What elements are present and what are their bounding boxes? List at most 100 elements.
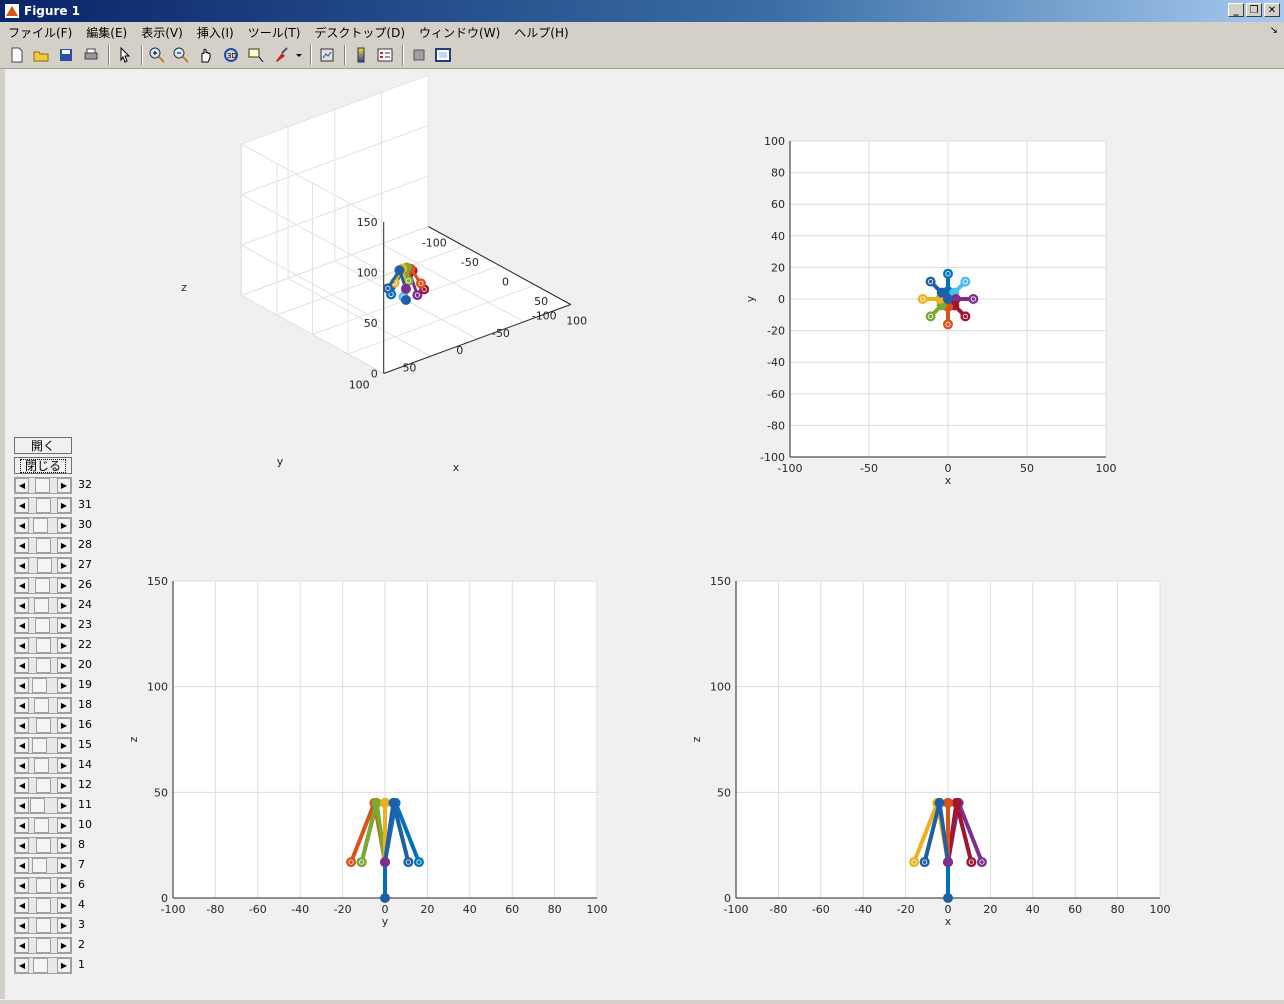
slider-thumb[interactable] xyxy=(32,958,48,973)
joint-slider[interactable]: ◀ ▶ xyxy=(14,577,72,594)
slider-thumb[interactable] xyxy=(34,478,50,493)
slider-right-arrow-icon[interactable]: ▶ xyxy=(57,678,71,693)
joint-slider[interactable]: ◀ ▶ xyxy=(14,897,72,914)
slider-thumb[interactable] xyxy=(36,538,52,553)
slider-thumb[interactable] xyxy=(34,618,50,633)
joint-slider[interactable]: ◀ ▶ xyxy=(14,597,72,614)
joint-slider[interactable]: ◀ ▶ xyxy=(14,757,72,774)
slider-right-arrow-icon[interactable]: ▶ xyxy=(57,798,71,813)
joint-slider[interactable]: ◀ ▶ xyxy=(14,837,72,854)
joint-slider[interactable]: ◀ ▶ xyxy=(14,617,72,634)
slider-right-arrow-icon[interactable]: ▶ xyxy=(57,878,71,893)
slider-left-arrow-icon[interactable]: ◀ xyxy=(15,518,29,533)
slider-left-arrow-icon[interactable]: ◀ xyxy=(15,618,29,633)
slider-left-arrow-icon[interactable]: ◀ xyxy=(15,598,29,613)
slider-left-arrow-icon[interactable]: ◀ xyxy=(15,898,29,913)
slider-left-arrow-icon[interactable]: ◀ xyxy=(15,578,29,593)
slider-thumb[interactable] xyxy=(36,778,52,793)
slider-thumb[interactable] xyxy=(35,918,51,933)
joint-slider[interactable]: ◀ ▶ xyxy=(14,637,72,654)
slider-left-arrow-icon[interactable]: ◀ xyxy=(15,738,29,753)
slider-left-arrow-icon[interactable]: ◀ xyxy=(15,698,29,713)
joint-slider[interactable]: ◀ ▶ xyxy=(14,677,72,694)
joint-slider[interactable]: ◀ ▶ xyxy=(14,937,72,954)
slider-right-arrow-icon[interactable]: ▶ xyxy=(57,638,71,653)
slider-thumb[interactable] xyxy=(35,658,51,673)
slider-right-arrow-icon[interactable]: ▶ xyxy=(57,958,71,973)
slider-thumb[interactable] xyxy=(33,818,49,833)
slider-thumb[interactable] xyxy=(31,678,47,693)
close-button[interactable]: 閉じる xyxy=(14,457,72,474)
slider-left-arrow-icon[interactable]: ◀ xyxy=(15,938,29,953)
open-button[interactable]: 開く xyxy=(14,437,72,454)
slider-thumb[interactable] xyxy=(34,758,50,773)
slider-right-arrow-icon[interactable]: ▶ xyxy=(57,898,71,913)
slider-thumb[interactable] xyxy=(36,898,52,913)
slider-left-arrow-icon[interactable]: ◀ xyxy=(15,478,29,493)
slider-right-arrow-icon[interactable]: ▶ xyxy=(57,838,71,853)
slider-thumb[interactable] xyxy=(34,578,50,593)
slider-right-arrow-icon[interactable]: ▶ xyxy=(57,538,71,553)
slider-thumb[interactable] xyxy=(36,498,52,513)
slider-right-arrow-icon[interactable]: ▶ xyxy=(57,478,71,493)
slider-left-arrow-icon[interactable]: ◀ xyxy=(15,758,29,773)
slider-thumb[interactable] xyxy=(36,838,52,853)
slider-right-arrow-icon[interactable]: ▶ xyxy=(57,498,71,513)
slider-left-arrow-icon[interactable]: ◀ xyxy=(15,658,29,673)
slider-right-arrow-icon[interactable]: ▶ xyxy=(57,858,71,873)
slider-left-arrow-icon[interactable]: ◀ xyxy=(15,498,29,513)
slider-right-arrow-icon[interactable]: ▶ xyxy=(57,518,71,533)
joint-slider[interactable]: ◀ ▶ xyxy=(14,717,72,734)
slider-right-arrow-icon[interactable]: ▶ xyxy=(57,718,71,733)
joint-slider[interactable]: ◀ ▶ xyxy=(14,657,72,674)
slider-left-arrow-icon[interactable]: ◀ xyxy=(15,818,29,833)
slider-right-arrow-icon[interactable]: ▶ xyxy=(57,698,71,713)
joint-slider[interactable]: ◀ ▶ xyxy=(14,777,72,794)
slider-right-arrow-icon[interactable]: ▶ xyxy=(57,558,71,573)
slider-thumb[interactable] xyxy=(35,718,51,733)
slider-left-arrow-icon[interactable]: ◀ xyxy=(15,918,29,933)
slider-thumb[interactable] xyxy=(34,598,50,613)
slider-right-arrow-icon[interactable]: ▶ xyxy=(57,918,71,933)
slider-thumb[interactable] xyxy=(36,638,52,653)
slider-right-arrow-icon[interactable]: ▶ xyxy=(57,938,71,953)
slider-left-arrow-icon[interactable]: ◀ xyxy=(15,858,29,873)
slider-left-arrow-icon[interactable]: ◀ xyxy=(15,878,29,893)
joint-slider[interactable]: ◀ ▶ xyxy=(14,737,72,754)
slider-right-arrow-icon[interactable]: ▶ xyxy=(57,738,71,753)
slider-right-arrow-icon[interactable]: ▶ xyxy=(57,618,71,633)
joint-slider[interactable]: ◀ ▶ xyxy=(14,497,72,514)
slider-left-arrow-icon[interactable]: ◀ xyxy=(15,838,29,853)
joint-slider[interactable]: ◀ ▶ xyxy=(14,557,72,574)
slider-thumb[interactable] xyxy=(32,518,48,533)
joint-slider[interactable]: ◀ ▶ xyxy=(14,957,72,974)
slider-thumb[interactable] xyxy=(35,878,51,893)
slider-left-arrow-icon[interactable]: ◀ xyxy=(15,538,29,553)
slider-thumb[interactable] xyxy=(29,798,45,813)
joint-slider[interactable]: ◀ ▶ xyxy=(14,477,72,494)
slider-right-arrow-icon[interactable]: ▶ xyxy=(57,778,71,793)
joint-slider[interactable]: ◀ ▶ xyxy=(14,697,72,714)
slider-left-arrow-icon[interactable]: ◀ xyxy=(15,958,29,973)
slider-right-arrow-icon[interactable]: ▶ xyxy=(57,658,71,673)
slider-left-arrow-icon[interactable]: ◀ xyxy=(15,778,29,793)
slider-right-arrow-icon[interactable]: ▶ xyxy=(57,598,71,613)
slider-thumb[interactable] xyxy=(34,698,50,713)
slider-left-arrow-icon[interactable]: ◀ xyxy=(15,678,29,693)
joint-slider[interactable]: ◀ ▶ xyxy=(14,817,72,834)
joint-slider[interactable]: ◀ ▶ xyxy=(14,877,72,894)
joint-slider[interactable]: ◀ ▶ xyxy=(14,797,72,814)
slider-right-arrow-icon[interactable]: ▶ xyxy=(57,578,71,593)
slider-thumb[interactable] xyxy=(35,938,51,953)
slider-thumb[interactable] xyxy=(36,558,52,573)
slider-left-arrow-icon[interactable]: ◀ xyxy=(15,798,29,813)
slider-left-arrow-icon[interactable]: ◀ xyxy=(15,558,29,573)
slider-thumb[interactable] xyxy=(31,738,47,753)
slider-thumb[interactable] xyxy=(31,858,47,873)
joint-slider[interactable]: ◀ ▶ xyxy=(14,917,72,934)
slider-left-arrow-icon[interactable]: ◀ xyxy=(15,638,29,653)
slider-right-arrow-icon[interactable]: ▶ xyxy=(57,818,71,833)
joint-slider[interactable]: ◀ ▶ xyxy=(14,537,72,554)
slider-right-arrow-icon[interactable]: ▶ xyxy=(57,758,71,773)
joint-slider[interactable]: ◀ ▶ xyxy=(14,857,72,874)
